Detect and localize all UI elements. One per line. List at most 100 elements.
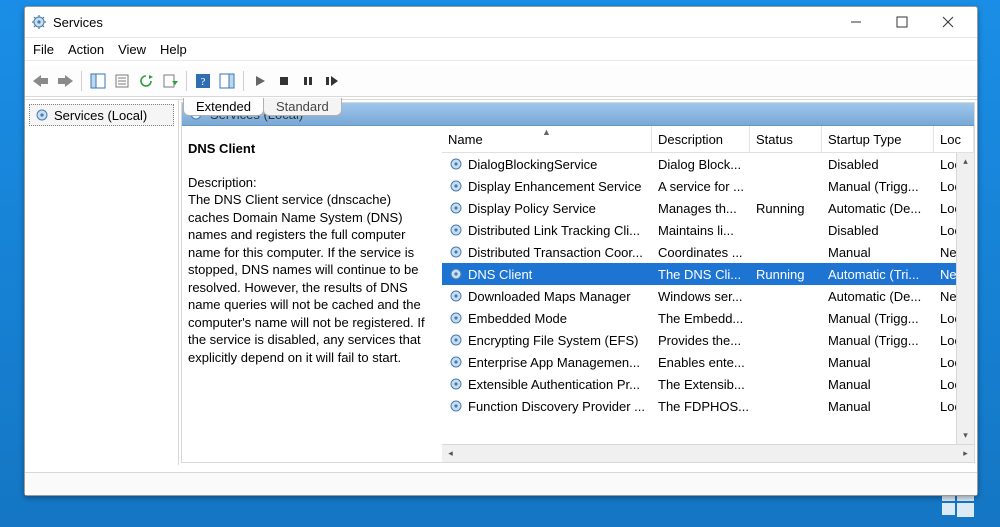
col-startup[interactable]: Startup Type bbox=[822, 126, 934, 152]
cell-name: Distributed Link Tracking Cli... bbox=[442, 222, 652, 238]
show-hide-tree-button[interactable] bbox=[86, 69, 110, 93]
forward-button[interactable] bbox=[53, 69, 77, 93]
content-pane: Services (Local) DNS Client Description:… bbox=[181, 102, 975, 463]
scroll-left-icon[interactable]: ◂ bbox=[442, 445, 459, 462]
gear-icon bbox=[448, 222, 464, 238]
horizontal-scrollbar[interactable]: ◂ ▸ bbox=[442, 444, 974, 462]
window-title: Services bbox=[53, 15, 833, 30]
table-row[interactable]: Distributed Transaction Coor...Coordinat… bbox=[442, 241, 974, 263]
table-row[interactable]: DNS ClientThe DNS Cli...RunningAutomatic… bbox=[442, 263, 974, 285]
cell-name: Function Discovery Provider ... bbox=[442, 398, 652, 414]
description-text: The DNS Client service (dnscache) caches… bbox=[188, 191, 432, 366]
cell-startup: Automatic (De... bbox=[822, 201, 934, 216]
col-name[interactable]: Name▲ bbox=[442, 126, 652, 152]
cell-name: DNS Client bbox=[442, 266, 652, 282]
tab-standard[interactable]: Standard bbox=[263, 98, 342, 116]
cell-status: Running bbox=[750, 267, 822, 282]
col-logon[interactable]: Loc bbox=[934, 126, 974, 152]
menu-file[interactable]: File bbox=[33, 42, 54, 57]
cell-description: The FDPHOS... bbox=[652, 399, 750, 414]
service-list: Name▲ Description Status Startup Type Lo… bbox=[442, 126, 974, 462]
cell-description: Dialog Block... bbox=[652, 157, 750, 172]
nav-item-services-local[interactable]: Services (Local) bbox=[29, 104, 174, 126]
cell-startup: Manual (Trigg... bbox=[822, 311, 934, 326]
col-status[interactable]: Status bbox=[750, 126, 822, 152]
cell-startup: Disabled bbox=[822, 223, 934, 238]
pause-service-button[interactable] bbox=[296, 69, 320, 93]
cell-name: Downloaded Maps Manager bbox=[442, 288, 652, 304]
scroll-up-icon[interactable]: ▴ bbox=[957, 153, 974, 170]
properties-button[interactable] bbox=[110, 69, 134, 93]
refresh-button[interactable] bbox=[134, 69, 158, 93]
cell-name: Embedded Mode bbox=[442, 310, 652, 326]
cell-description: The Embedd... bbox=[652, 311, 750, 326]
gear-icon bbox=[448, 398, 464, 414]
cell-startup: Manual bbox=[822, 377, 934, 392]
cell-startup: Manual bbox=[822, 355, 934, 370]
scroll-right-icon[interactable]: ▸ bbox=[957, 445, 974, 462]
help-button[interactable]: ? bbox=[191, 69, 215, 93]
close-button[interactable] bbox=[925, 7, 971, 37]
cell-description: The DNS Cli... bbox=[652, 267, 750, 282]
restart-service-button[interactable] bbox=[320, 69, 344, 93]
col-description[interactable]: Description bbox=[652, 126, 750, 152]
export-list-button[interactable] bbox=[158, 69, 182, 93]
cell-startup: Automatic (De... bbox=[822, 289, 934, 304]
menu-view[interactable]: View bbox=[118, 42, 146, 57]
service-rows: DialogBlockingServiceDialog Block... Disa… bbox=[442, 153, 974, 444]
stop-service-button[interactable] bbox=[272, 69, 296, 93]
status-bar bbox=[25, 472, 977, 495]
menu-action[interactable]: Action bbox=[68, 42, 104, 57]
table-row[interactable]: Enterprise App Managemen...Enables ente.… bbox=[442, 351, 974, 373]
cell-description: Maintains li... bbox=[652, 223, 750, 238]
cell-startup: Manual (Trigg... bbox=[822, 179, 934, 194]
table-row[interactable]: Embedded ModeThe Embedd... Manual (Trigg.… bbox=[442, 307, 974, 329]
cell-startup: Automatic (Tri... bbox=[822, 267, 934, 282]
tab-extended[interactable]: Extended bbox=[183, 98, 264, 116]
vertical-scrollbar[interactable]: ▴ ▾ bbox=[956, 153, 974, 444]
back-button[interactable] bbox=[29, 69, 53, 93]
gear-icon bbox=[448, 266, 464, 282]
svg-text:?: ? bbox=[201, 76, 206, 88]
table-row[interactable]: Display Enhancement ServiceA service for… bbox=[442, 175, 974, 197]
cell-startup: Disabled bbox=[822, 157, 934, 172]
services-app-icon bbox=[31, 14, 47, 30]
minimize-button[interactable] bbox=[833, 7, 879, 37]
cell-description: The Extensib... bbox=[652, 377, 750, 392]
menu-help[interactable]: Help bbox=[160, 42, 187, 57]
table-row[interactable]: Extensible Authentication Pr...The Exten… bbox=[442, 373, 974, 395]
service-detail: DNS Client Description: The DNS Client s… bbox=[182, 126, 442, 462]
maximize-button[interactable] bbox=[879, 7, 925, 37]
body: Services (Local) Services (Local) DNS Cl… bbox=[25, 99, 977, 465]
table-row[interactable]: Encrypting File System (EFS)Provides the… bbox=[442, 329, 974, 351]
scroll-down-icon[interactable]: ▾ bbox=[957, 427, 974, 444]
gear-icon bbox=[448, 288, 464, 304]
table-row[interactable]: DialogBlockingServiceDialog Block... Disa… bbox=[442, 153, 974, 175]
cell-description: Windows ser... bbox=[652, 289, 750, 304]
action-pane-button[interactable] bbox=[215, 69, 239, 93]
table-row[interactable]: Function Discovery Provider ...The FDPHO… bbox=[442, 395, 974, 417]
cell-name: Extensible Authentication Pr... bbox=[442, 376, 652, 392]
gear-icon bbox=[448, 156, 464, 172]
cell-description: A service for ... bbox=[652, 179, 750, 194]
gear-icon bbox=[448, 310, 464, 326]
gear-icon bbox=[448, 354, 464, 370]
table-row[interactable]: Display Policy ServiceManages th...Runni… bbox=[442, 197, 974, 219]
titlebar[interactable]: Services bbox=[25, 7, 977, 38]
cell-description: Coordinates ... bbox=[652, 245, 750, 260]
cell-startup: Manual bbox=[822, 245, 934, 260]
nav-item-label: Services (Local) bbox=[54, 108, 147, 123]
cell-name: DialogBlockingService bbox=[442, 156, 652, 172]
start-service-button[interactable] bbox=[248, 69, 272, 93]
service-name: DNS Client bbox=[188, 140, 432, 158]
gear-icon bbox=[448, 376, 464, 392]
gear-icon bbox=[448, 244, 464, 260]
table-row[interactable]: Distributed Link Tracking Cli...Maintain… bbox=[442, 219, 974, 241]
menubar: File Action View Help bbox=[25, 38, 977, 61]
cell-startup: Manual bbox=[822, 399, 934, 414]
column-headers: Name▲ Description Status Startup Type Lo… bbox=[442, 126, 974, 153]
table-row[interactable]: Downloaded Maps ManagerWindows ser... Aut… bbox=[442, 285, 974, 307]
cell-name: Enterprise App Managemen... bbox=[442, 354, 652, 370]
gear-icon bbox=[448, 178, 464, 194]
cell-name: Display Enhancement Service bbox=[442, 178, 652, 194]
